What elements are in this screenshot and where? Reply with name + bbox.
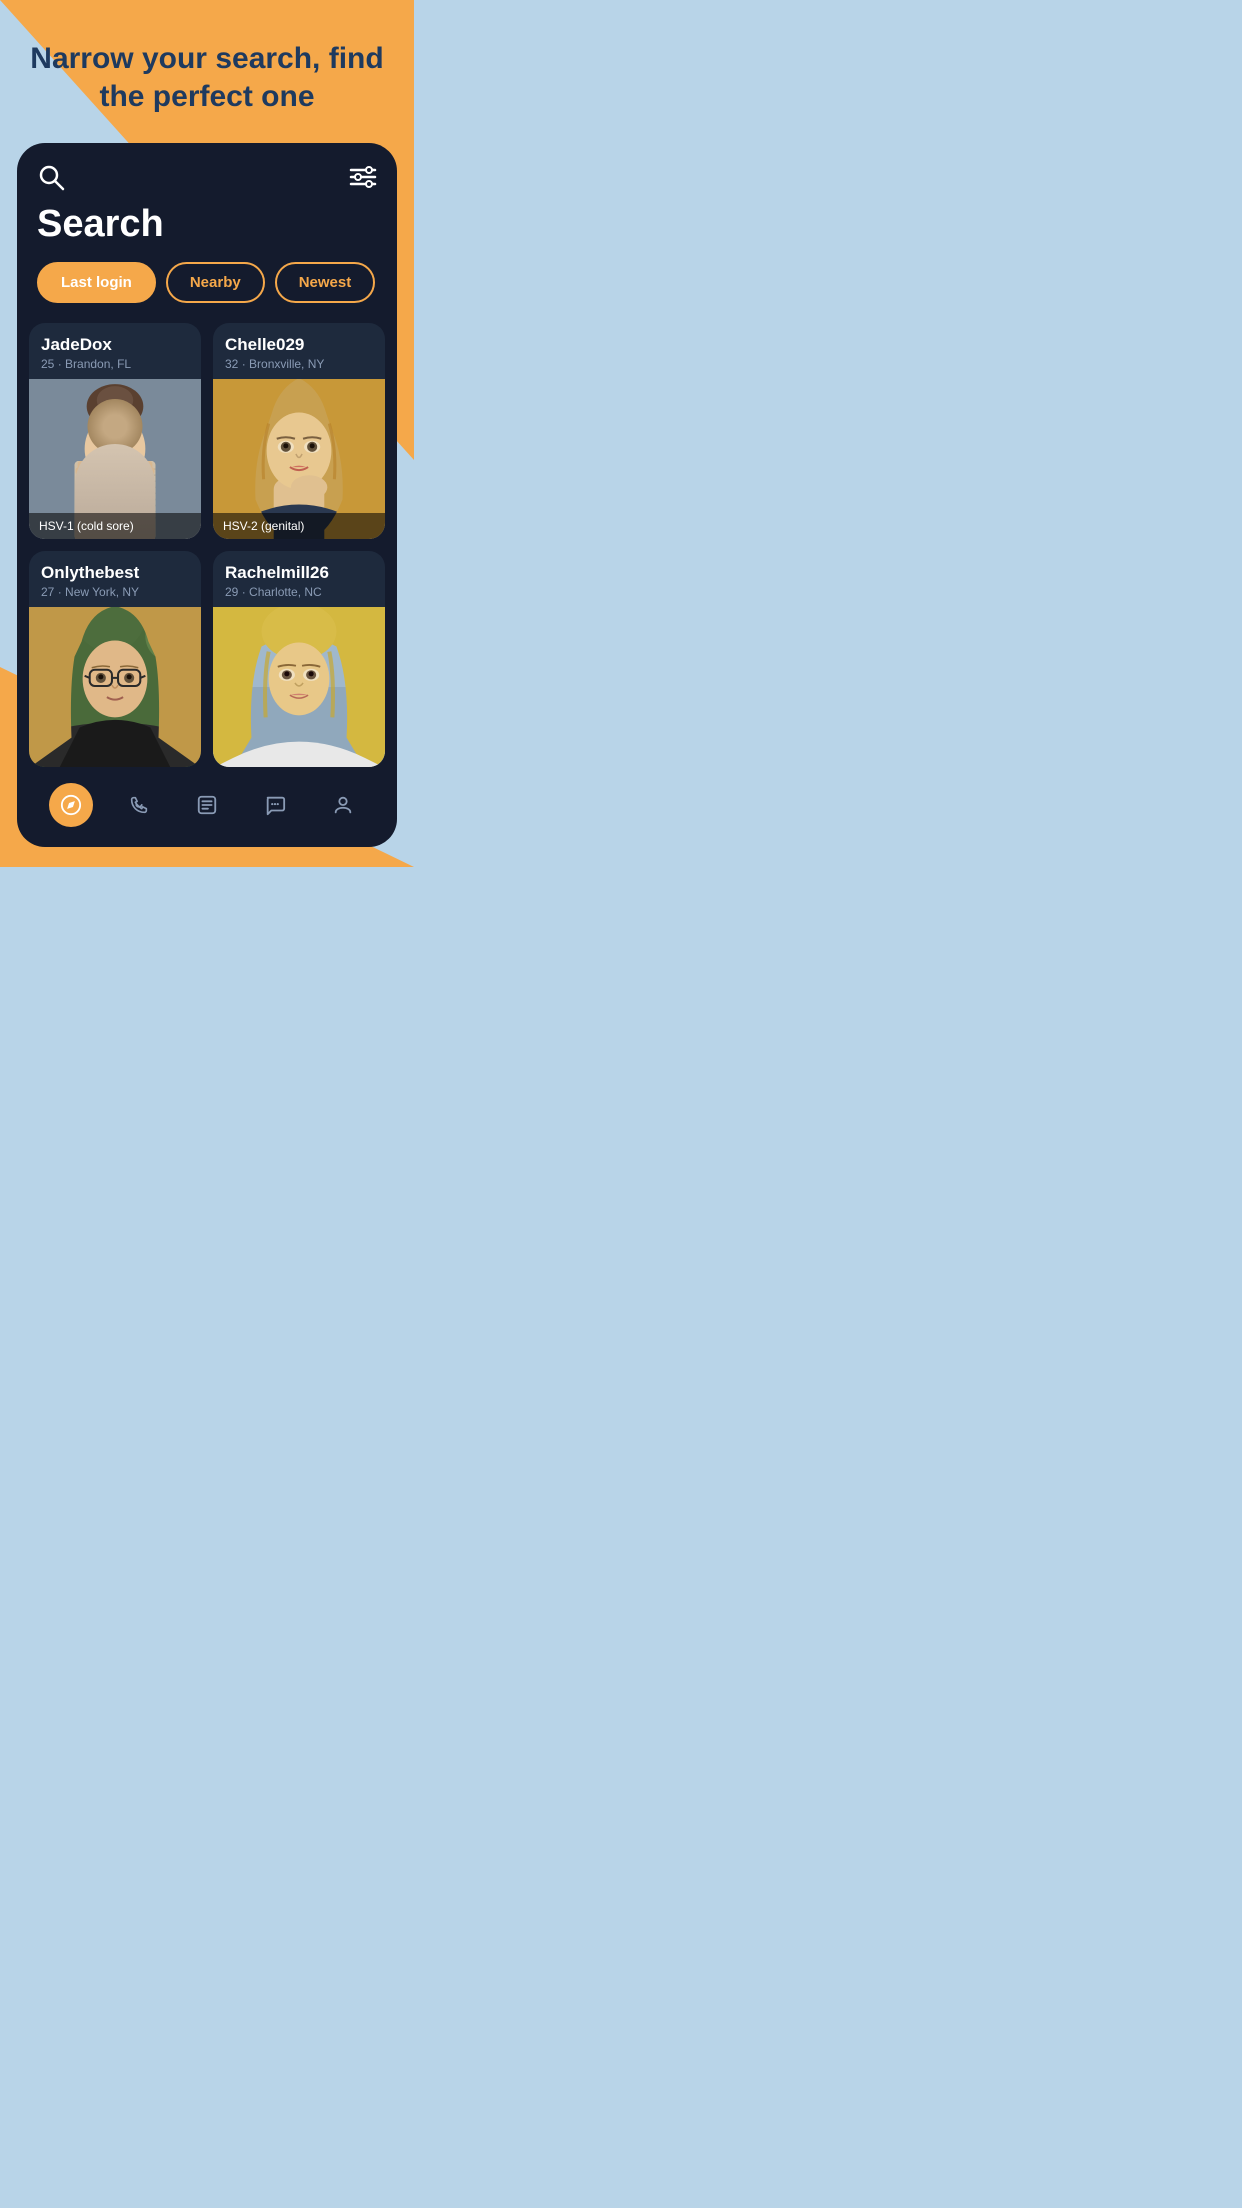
profile-image-onlythebest	[29, 607, 201, 767]
profile-image-chelle029: HSV-2 (genital)	[213, 379, 385, 539]
feed-icon	[196, 794, 218, 816]
tab-last-login[interactable]: Last login	[37, 262, 156, 303]
profile-info-chelle029: Chelle029 32 · Bronxville, NY	[213, 323, 385, 379]
profile-card-chelle029[interactable]: Chelle029 32 · Bronxville, NY	[213, 323, 385, 539]
messages-icon	[264, 794, 286, 816]
profile-image-rachelmill26	[213, 607, 385, 767]
profile-location-rachelmill26: 29 · Charlotte, NC	[225, 585, 373, 599]
hsv-badge-chelle029: HSV-2 (genital)	[213, 513, 385, 539]
hsv-badge-jadedox: HSV-1 (cold sore)	[29, 513, 201, 539]
profile-card-rachelmill26[interactable]: Rachelmill26 29 · Charlotte, NC	[213, 551, 385, 767]
bottom-nav	[17, 771, 397, 835]
profile-location-onlythebest: 27 · New York, NY	[41, 585, 189, 599]
nav-explore[interactable]	[49, 783, 93, 827]
compass-icon	[60, 794, 82, 816]
profile-card-jadedox[interactable]: JadeDox 25 · Brandon, FL	[29, 323, 201, 539]
profiles-grid: JadeDox 25 · Brandon, FL	[17, 323, 397, 767]
page-content: Narrow your search, find the perfect one	[0, 0, 414, 867]
profile-location-jadedox: 25 · Brandon, FL	[41, 357, 189, 371]
profile-info-rachelmill26: Rachelmill26 29 · Charlotte, NC	[213, 551, 385, 607]
phone-card: Search Last login Nearby Newest JadeDox …	[17, 143, 397, 847]
card-header	[17, 143, 397, 199]
profile-name-chelle029: Chelle029	[225, 335, 373, 355]
nav-messages[interactable]	[253, 783, 297, 827]
profile-card-onlythebest[interactable]: Onlythebest 27 · New York, NY	[29, 551, 201, 767]
profile-info-jadedox: JadeDox 25 · Brandon, FL	[29, 323, 201, 379]
nav-connections[interactable]	[117, 783, 161, 827]
page-title: Search	[17, 199, 397, 262]
connections-icon	[128, 794, 150, 816]
profile-location-chelle029: 32 · Bronxville, NY	[225, 357, 373, 371]
background-wrapper: Narrow your search, find the perfect one	[0, 0, 414, 867]
tab-newest[interactable]: Newest	[275, 262, 376, 303]
filter-tabs-container: Last login Nearby Newest	[17, 262, 397, 323]
nav-profile[interactable]	[321, 783, 365, 827]
profile-info-onlythebest: Onlythebest 27 · New York, NY	[29, 551, 201, 607]
nav-feed[interactable]	[185, 783, 229, 827]
profile-name-jadedox: JadeDox	[41, 335, 189, 355]
search-icon[interactable]	[37, 163, 65, 191]
profile-image-jadedox: HSV-1 (cold sore)	[29, 379, 201, 539]
profile-name-onlythebest: Onlythebest	[41, 563, 189, 583]
headline-text: Narrow your search, find the perfect one	[16, 40, 398, 115]
tab-nearby[interactable]: Nearby	[166, 262, 265, 303]
profile-icon	[332, 794, 354, 816]
filter-icon[interactable]	[349, 166, 377, 188]
profile-name-rachelmill26: Rachelmill26	[225, 563, 373, 583]
